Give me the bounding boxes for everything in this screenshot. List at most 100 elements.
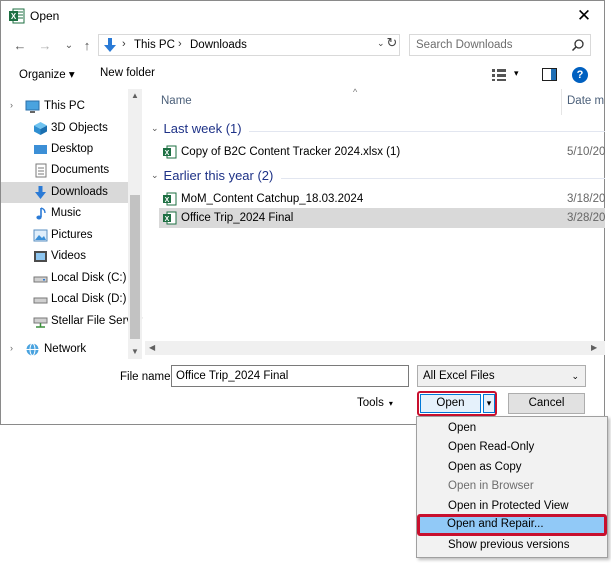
navigation-pane: › This PC 3D Objects Desktop Documents D…	[1, 89, 143, 359]
pc-icon	[25, 100, 40, 113]
sidebar-item-label: Downloads	[51, 186, 108, 198]
view-options-icon[interactable]	[491, 68, 507, 82]
file-list: ^ Name Date m ⌄ Last week (1) X Copy of B…	[145, 87, 605, 359]
chevron-down-icon: ⌄	[64, 40, 74, 51]
view-dropdown-icon[interactable]: ▾	[514, 68, 519, 79]
sidebar-item-local-disk-d[interactable]: Local Disk (D:)	[1, 289, 129, 310]
sidebar-item-label: Videos	[51, 250, 86, 262]
sidebar-item-label: Local Disk (D:)	[51, 293, 127, 305]
preview-pane-icon[interactable]	[542, 68, 557, 81]
window-title: Open	[30, 9, 60, 23]
file-row[interactable]: X MoM_Content Catchup_18.03.2024 3/18/20	[159, 189, 605, 209]
group-header-earlier-this-year[interactable]: ⌄ Earlier this year (2)	[151, 168, 273, 183]
sidebar-item-label: Network	[44, 343, 87, 355]
svg-text:X: X	[165, 150, 170, 157]
new-folder-button[interactable]: New folder	[100, 67, 155, 79]
drive-icon	[33, 276, 48, 283]
column-header-name[interactable]: Name	[161, 95, 192, 107]
command-bar: Organize ▾ New folder ▾ ?	[1, 63, 604, 87]
svg-text:X: X	[165, 197, 170, 204]
recent-locations-button[interactable]: ⌄	[60, 36, 78, 56]
file-name-label: File name:	[120, 371, 174, 383]
sidebar-item-3d-objects[interactable]: 3D Objects	[1, 118, 129, 139]
up-arrow-icon: ↑	[83, 38, 91, 53]
scroll-left-icon[interactable]: ◀	[149, 343, 155, 352]
sidebar-item-network[interactable]: › Network	[1, 339, 129, 360]
scroll-right-icon[interactable]: ▶	[591, 343, 597, 352]
open-button[interactable]: Open	[420, 394, 481, 413]
back-button[interactable]: ←	[11, 36, 29, 56]
file-date: 3/28/20	[567, 212, 606, 224]
sidebar-item-local-disk-c[interactable]: Local Disk (C:)	[1, 268, 129, 289]
menu-item-open-as-copy[interactable]: Open as Copy	[418, 458, 606, 477]
file-type-filter[interactable]: All Excel Files ⌄	[417, 365, 586, 387]
sidebar-item-label: Pictures	[51, 229, 93, 241]
network-drive-icon	[33, 317, 48, 328]
menu-item-open-read-only[interactable]: Open Read-Only	[418, 438, 606, 457]
refresh-button[interactable]: ↻	[383, 35, 401, 53]
chevron-down-icon: ⌄	[151, 123, 159, 133]
open-split-button[interactable]: Open ▾	[417, 391, 497, 416]
sidebar-item-label: Music	[51, 207, 82, 219]
column-separator[interactable]	[561, 89, 562, 115]
file-type-value: All Excel Files	[423, 370, 495, 382]
sidebar-item-stellar-file-server[interactable]: Stellar File Server	[1, 311, 142, 332]
back-arrow-icon: ←	[13, 38, 27, 53]
search-icon[interactable]	[571, 38, 585, 52]
sidebar-item-this-pc[interactable]: › This PC	[1, 96, 129, 117]
breadcrumb-downloads[interactable]: Downloads	[190, 39, 247, 51]
search-input[interactable]	[410, 35, 570, 55]
group-header-last-week[interactable]: ⌄ Last week (1)	[151, 121, 242, 136]
sidebar-item-videos[interactable]: Videos	[1, 246, 129, 267]
drive-icon	[33, 297, 48, 304]
expand-caret-icon[interactable]: ›	[10, 100, 13, 110]
sidebar-item-downloads[interactable]: Downloads	[1, 182, 129, 203]
close-icon: ✕	[576, 6, 592, 25]
sidebar-item-pictures[interactable]: Pictures	[1, 225, 129, 246]
file-name: Copy of B2C Content Tracker 2024.xlsx (1…	[181, 146, 401, 158]
title-bar: X Open ✕	[1, 1, 604, 31]
tools-dropdown-icon: ▾	[388, 399, 393, 408]
file-name-input[interactable]	[171, 365, 409, 387]
scrollbar-thumb[interactable]	[130, 195, 140, 339]
address-bar[interactable]: › This PC › Downloads ⌄	[98, 34, 400, 56]
excel-file-icon: X	[163, 211, 177, 225]
cube-icon	[34, 122, 47, 135]
chevron-down-icon: ⌄	[571, 371, 579, 381]
organize-button[interactable]: Organize ▾	[19, 67, 75, 81]
pictures-icon	[33, 229, 48, 242]
scroll-up-icon[interactable]: ▲	[131, 91, 139, 100]
file-row[interactable]: X Copy of B2C Content Tracker 2024.xlsx …	[159, 142, 605, 162]
group-divider	[249, 131, 605, 132]
file-row-selected[interactable]: X Office Trip_2024 Final 3/28/20	[159, 208, 605, 228]
sidebar-item-documents[interactable]: Documents	[1, 160, 129, 181]
open-dialog: X Open ✕ ← → ⌄ ↑ › This PC › Downloads ⌄…	[0, 0, 605, 425]
sidebar-item-music[interactable]: Music	[1, 203, 129, 224]
cancel-button[interactable]: Cancel	[508, 393, 585, 414]
tools-label: Tools	[357, 397, 384, 409]
sidebar-item-label: Documents	[51, 164, 110, 176]
menu-item-show-previous-versions[interactable]: Show previous versions	[418, 536, 606, 555]
tools-button[interactable]: Tools ▾	[357, 397, 393, 409]
forward-button[interactable]: →	[36, 36, 54, 56]
help-icon[interactable]: ?	[572, 67, 588, 83]
up-button[interactable]: ↑	[78, 36, 96, 56]
navigation-scrollbar[interactable]: ▲ ▼	[128, 89, 142, 359]
search-box	[409, 34, 591, 56]
menu-item-open[interactable]: Open	[418, 419, 606, 438]
menu-item-open-and-repair[interactable]: Open and Repair...	[417, 514, 607, 536]
column-header-date-modified[interactable]: Date m	[567, 95, 604, 107]
sidebar-item-label: Desktop	[51, 143, 94, 155]
close-button[interactable]: ✕	[572, 5, 596, 27]
scroll-down-icon[interactable]: ▼	[131, 347, 139, 356]
file-name: MoM_Content Catchup_18.03.2024	[181, 193, 364, 205]
group-divider	[281, 178, 605, 179]
open-dropdown-arrow[interactable]: ▾	[483, 394, 495, 413]
desktop-icon	[34, 145, 47, 154]
documents-icon	[35, 163, 47, 178]
sidebar-item-desktop[interactable]: Desktop	[1, 139, 129, 160]
breadcrumb-this-pc[interactable]: This PC	[134, 39, 175, 51]
download-icon	[104, 38, 116, 52]
horizontal-scrollbar[interactable]: ◀ ▶	[145, 341, 605, 355]
expand-caret-icon[interactable]: ›	[10, 343, 13, 353]
